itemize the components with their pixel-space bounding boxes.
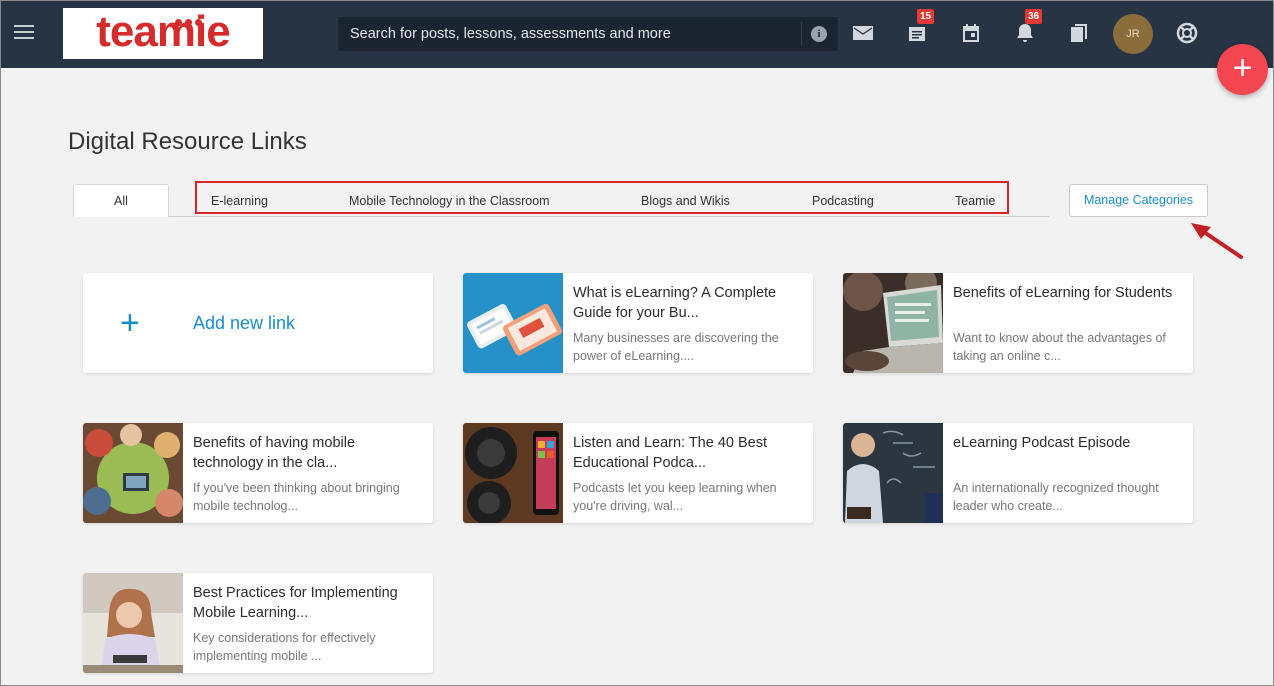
card-description: Many businesses are discovering the powe… — [573, 331, 779, 363]
info-icon[interactable]: i — [811, 26, 827, 42]
card-title: Best Practices for Implementing Mobile L… — [193, 585, 398, 621]
plus-icon: + — [120, 304, 140, 342]
card-thumbnail — [463, 273, 563, 373]
add-link-card[interactable]: + Add new link — [83, 273, 433, 373]
pages-icon[interactable] — [1067, 21, 1091, 45]
tabs-divider — [73, 216, 1049, 217]
create-new-button[interactable]: + — [1217, 44, 1268, 95]
tab-e-learning[interactable]: E-learning — [211, 194, 268, 208]
search-divider — [801, 22, 802, 46]
card-description: Key considerations for effectively imple… — [193, 631, 376, 663]
top-navigation-bar: teamie i 15 36 JR — [1, 1, 1273, 68]
categories-highlight-box — [195, 181, 1009, 214]
link-card[interactable]: Benefits of having mobile technology in … — [83, 423, 433, 523]
logo-text: teamie — [96, 6, 230, 56]
link-card[interactable]: eLearning Podcast Episode An internation… — [843, 423, 1193, 523]
add-link-label: Add new link — [193, 313, 296, 333]
posts-badge: 15 — [917, 9, 935, 24]
page-title: Digital Resource Links — [68, 128, 307, 155]
card-description: An internationally recognized thought le… — [953, 481, 1159, 513]
link-card[interactable]: Listen and Learn: The 40 Best Educationa… — [463, 423, 813, 523]
tab-mobile-technology[interactable]: Mobile Technology in the Classroom — [349, 194, 550, 208]
bell-icon[interactable]: 36 — [1013, 9, 1043, 45]
annotation-arrow-icon — [1191, 223, 1243, 259]
link-card[interactable]: What is eLearning? A Complete Guide for … — [463, 273, 813, 373]
tab-blogs-and-wikis[interactable]: Blogs and Wikis — [641, 194, 730, 208]
logo[interactable]: teamie — [63, 6, 263, 59]
tab-all[interactable]: All — [73, 184, 169, 217]
card-title: Benefits of eLearning for Students — [953, 285, 1173, 301]
search-input[interactable] — [338, 17, 800, 51]
mail-icon[interactable] — [851, 21, 875, 45]
calendar-icon[interactable] — [959, 21, 983, 45]
posts-icon[interactable]: 15 — [905, 9, 935, 45]
tab-podcasting[interactable]: Podcasting — [812, 194, 874, 208]
card-title: Benefits of having mobile technology in … — [193, 435, 356, 471]
notifications-badge: 36 — [1025, 9, 1043, 24]
card-thumbnail — [843, 273, 943, 373]
search-bar: i — [338, 17, 838, 51]
card-title: Listen and Learn: The 40 Best Educationa… — [573, 435, 768, 471]
card-title: What is eLearning? A Complete Guide for … — [573, 285, 777, 321]
card-thumbnail — [83, 573, 183, 673]
card-description: Want to know about the advantages of tak… — [953, 331, 1166, 363]
logo-dots — [175, 13, 205, 31]
link-card[interactable]: Benefits of eLearning for Students Want … — [843, 273, 1193, 373]
card-title: eLearning Podcast Episode — [953, 435, 1131, 451]
manage-categories-button[interactable]: Manage Categories — [1069, 184, 1208, 217]
avatar[interactable]: JR — [1113, 14, 1153, 54]
card-thumbnail — [843, 423, 943, 523]
tab-teamie[interactable]: Teamie — [955, 194, 995, 208]
card-thumbnail — [83, 423, 183, 523]
card-thumbnail — [463, 423, 563, 523]
link-card[interactable]: Best Practices for Implementing Mobile L… — [83, 573, 433, 673]
help-icon[interactable] — [1175, 21, 1199, 45]
card-description: Podcasts let you keep learning when you'… — [573, 481, 777, 513]
menu-icon[interactable] — [14, 25, 34, 41]
card-description: If you've been thinking about bringing m… — [193, 481, 400, 513]
